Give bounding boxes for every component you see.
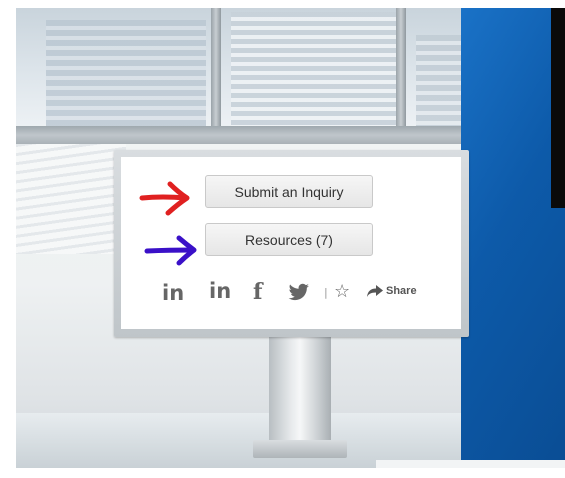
share-button[interactable]: Share	[366, 284, 417, 298]
window-view	[16, 8, 466, 134]
share-arrow-icon	[367, 285, 383, 297]
window-mullion	[396, 8, 406, 134]
red-arrow-shaft	[139, 194, 189, 201]
window-frame	[16, 126, 466, 144]
floor-highlight	[376, 460, 565, 468]
dark-screen-edge	[551, 8, 565, 208]
kiosk-base	[253, 440, 347, 458]
building-right	[416, 35, 466, 130]
resources-button[interactable]: Resources (7)	[205, 223, 373, 256]
share-label: Share	[386, 285, 417, 297]
linkedin-icon[interactable]: in	[209, 279, 231, 303]
blue-arrow-shaft	[144, 247, 196, 254]
building-center	[231, 12, 401, 130]
facebook-icon[interactable]: f	[253, 279, 262, 305]
star-icon[interactable]: ☆	[334, 281, 350, 302]
kiosk-pole	[269, 330, 331, 445]
icon-separator: |	[324, 286, 328, 299]
submit-inquiry-button[interactable]: Submit an Inquiry	[205, 175, 373, 208]
red-arrow-icon	[139, 181, 190, 216]
linkedin-icon[interactable]: in	[162, 281, 184, 305]
twitter-bird-shape	[288, 283, 309, 301]
blue-wall	[461, 8, 565, 468]
building-left	[46, 20, 206, 130]
blue-arrow-icon	[144, 235, 197, 266]
window-blinds	[16, 144, 126, 254]
twitter-icon[interactable]	[287, 283, 311, 301]
share-arrow-shape	[367, 285, 383, 297]
window-mullion	[211, 8, 221, 134]
